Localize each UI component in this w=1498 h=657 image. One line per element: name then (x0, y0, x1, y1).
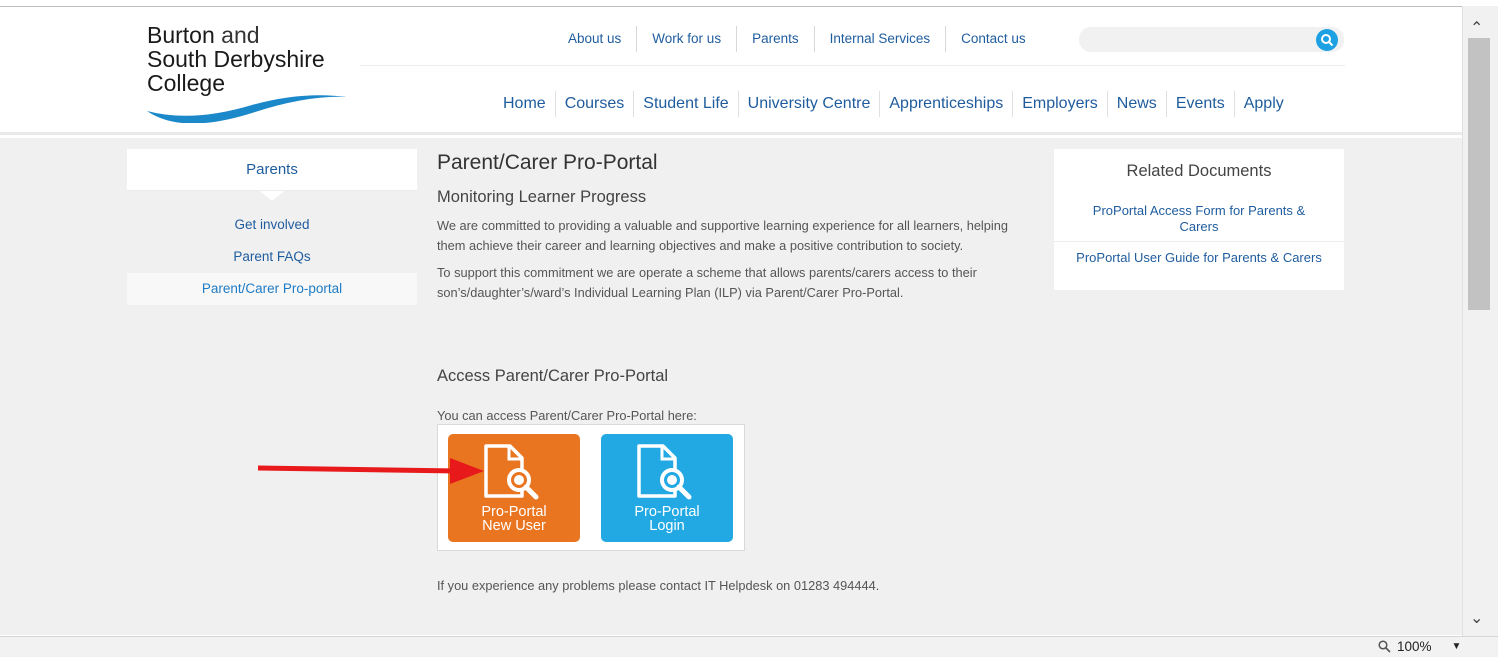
red-arrow-annotation (258, 458, 484, 484)
sidebar-caret (260, 191, 284, 201)
util-nav-contact[interactable]: Contact us (946, 26, 1041, 52)
document-search-icon (484, 444, 539, 500)
scheme-paragraph: To support this commitment we are operat… (437, 265, 977, 300)
sidebar-list: Get involved Parent FAQs Parent/Carer Pr… (127, 191, 417, 305)
intro-paragraph: We are committed to providing a valuable… (437, 218, 1008, 253)
page-title: Parent/Carer Pro-Portal (437, 151, 658, 174)
zoom-level: 100% (1397, 639, 1432, 654)
helpdesk-text: If you experience any problems please co… (437, 578, 880, 593)
nav-apprenticeships[interactable]: Apprenticeships (880, 91, 1014, 117)
portal-tiles: Pro-Portal New User Pro-Portal Login (437, 424, 745, 551)
site-header: Burton and South Derbyshire College Abou… (0, 7, 1462, 135)
util-nav-work[interactable]: Work for us (637, 26, 738, 52)
sidebar-item-get-involved[interactable]: Get involved (127, 209, 417, 241)
chevron-up-icon[interactable]: ⌃ (1470, 18, 1483, 38)
nav-home[interactable]: Home (494, 91, 556, 117)
related-link-access-form[interactable]: ProPortal Access Form for Parents & Care… (1054, 195, 1344, 242)
sidebar: Parents Get involved Parent FAQs Parent/… (127, 149, 417, 305)
tile-label-line2: New User (482, 518, 546, 534)
tile-label-line1: Pro-Portal (634, 504, 700, 520)
caret-down-icon[interactable]: ▼ (1452, 641, 1462, 652)
chevron-down-icon[interactable]: ⌄ (1470, 608, 1483, 628)
scrollbar-thumb[interactable] (1468, 38, 1490, 310)
pro-portal-new-user-button[interactable]: Pro-Portal New User (448, 434, 580, 542)
vertical-scrollbar[interactable]: ⌃ ⌄ (1462, 6, 1498, 636)
access-heading: Access Parent/Carer Pro-Portal (437, 367, 669, 385)
nav-apply[interactable]: Apply (1235, 91, 1284, 117)
related-link-user-guide[interactable]: ProPortal User Guide for Parents & Carer… (1054, 242, 1344, 266)
nav-student-life[interactable]: Student Life (634, 91, 739, 117)
pro-portal-login-button[interactable]: Pro-Portal Login (601, 434, 733, 542)
search-input[interactable] (1079, 27, 1344, 52)
access-text: You can access Parent/Carer Pro-Portal h… (437, 408, 697, 423)
sidebar-item-parent-faqs[interactable]: Parent FAQs (127, 241, 417, 273)
college-logo[interactable]: Burton and South Derbyshire College (142, 23, 357, 123)
header-divider (360, 65, 1345, 66)
zoom-control[interactable]: 100% ▼ (1378, 639, 1461, 654)
nav-courses[interactable]: Courses (556, 91, 635, 117)
sidebar-item-pro-portal[interactable]: Parent/Carer Pro-portal (127, 273, 417, 305)
nav-news[interactable]: News (1108, 91, 1167, 117)
logo-line2: South Derbyshire (147, 46, 325, 72)
article: Parent/Carer Pro-Portal Monitoring Learn… (437, 150, 1037, 593)
nav-employers[interactable]: Employers (1013, 91, 1108, 117)
document-search-icon (637, 444, 692, 500)
util-nav-internal[interactable]: Internal Services (815, 26, 947, 52)
search-button[interactable] (1316, 29, 1338, 51)
nav-events[interactable]: Events (1167, 91, 1235, 117)
logo-swoosh-icon (147, 95, 347, 123)
sidebar-title: Parents (127, 149, 417, 191)
util-nav-about[interactable]: About us (553, 26, 638, 52)
logo-line1-bold: Burton (147, 22, 215, 48)
tile-label: Pro-Portal New User (448, 504, 580, 534)
status-bar: 100% ▼ (0, 636, 1498, 657)
utility-nav: About us Work for us Parents Internal Se… (553, 26, 1041, 52)
search-icon (1321, 34, 1334, 47)
zoom-icon (1378, 640, 1391, 653)
nav-university-centre[interactable]: University Centre (739, 91, 881, 117)
logo-line1-light: and (214, 22, 260, 48)
related-documents: Related Documents ProPortal Access Form … (1054, 149, 1344, 290)
tile-label-line1: Pro-Portal (481, 504, 547, 520)
page-subtitle: Monitoring Learner Progress (437, 188, 647, 206)
main-nav: Home Courses Student Life University Cen… (494, 91, 1284, 117)
util-nav-parents[interactable]: Parents (737, 26, 815, 52)
related-title: Related Documents (1126, 162, 1272, 180)
tile-label: Pro-Portal Login (601, 504, 733, 534)
tile-label-line2: Login (649, 518, 685, 534)
